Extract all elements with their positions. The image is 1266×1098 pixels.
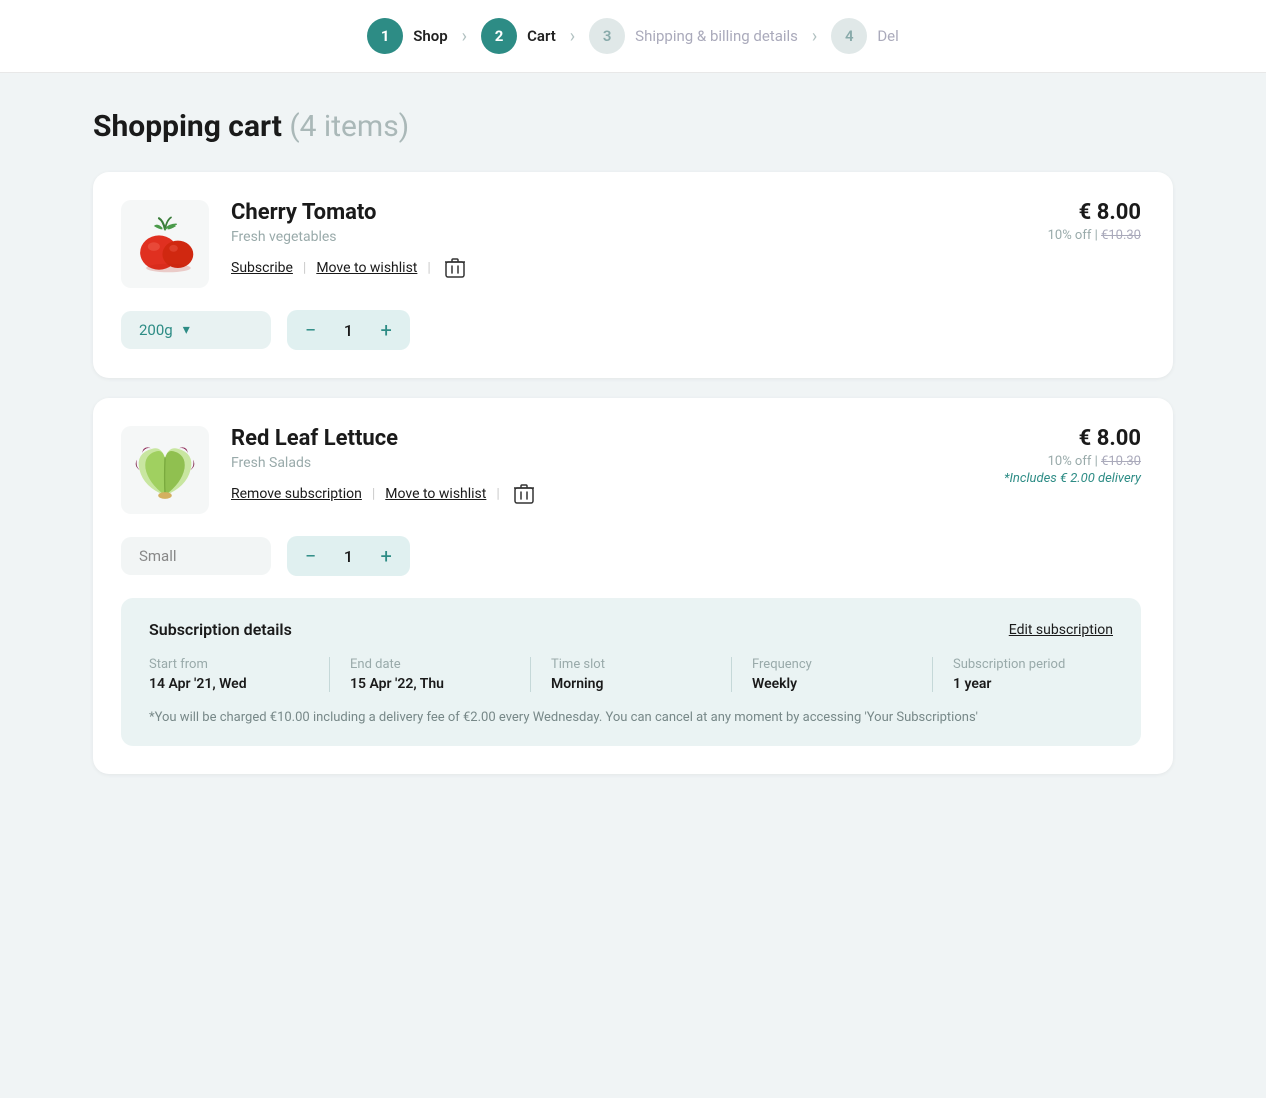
cart-item-cherry-tomato: Cherry Tomato Fresh vegetables Subscribe… <box>93 172 1173 378</box>
chevron-icon-1: › <box>462 26 467 47</box>
sub-field-value-start: 14 Apr '21, Wed <box>149 676 309 692</box>
item-price-col-lettuce: € 8.00 10% off | €10.30 *Includes € 2.00… <box>1001 426 1141 486</box>
step-shop[interactable]: 1 Shop <box>367 18 447 54</box>
item-image-tomato <box>121 200 209 288</box>
sub-field-value-end: 15 Apr '22, Thu <box>350 676 510 692</box>
subscribe-button-tomato[interactable]: Subscribe <box>231 260 293 276</box>
sub-field-frequency: Frequency Weekly <box>752 657 933 692</box>
item-details-tomato: Cherry Tomato Fresh vegetables Subscribe… <box>231 200 979 279</box>
action-sep-4: | <box>496 486 499 502</box>
sub-field-label-start: Start from <box>149 657 309 672</box>
price-meta-lettuce: 10% off | €10.30 <box>1001 454 1141 469</box>
step-4-circle: 4 <box>831 18 867 54</box>
sub-field-start: Start from 14 Apr '21, Wed <box>149 657 330 692</box>
sub-box-title: Subscription details <box>149 620 292 639</box>
step-1-label: Shop <box>413 27 447 45</box>
item-actions-lettuce: Remove subscription | Move to wishlist | <box>231 483 979 505</box>
edit-subscription-button[interactable]: Edit subscription <box>1009 622 1113 638</box>
qty-decrease-lettuce[interactable]: − <box>287 536 334 576</box>
size-select-lettuce[interactable]: Small <box>121 537 271 575</box>
qty-increase-tomato[interactable]: + <box>362 310 409 350</box>
item-name-lettuce: Red Leaf Lettuce <box>231 426 979 451</box>
step-3-label: Shipping & billing details <box>635 27 798 45</box>
sub-field-value-frequency: Weekly <box>752 676 912 692</box>
item-top-row-lettuce: Red Leaf Lettuce Fresh Salads Remove sub… <box>121 426 1141 514</box>
step-2-circle: 2 <box>481 18 517 54</box>
action-sep-3: | <box>372 486 375 502</box>
chevron-icon-3: › <box>812 26 817 47</box>
item-category-lettuce: Fresh Salads <box>231 455 979 471</box>
wishlist-button-tomato[interactable]: Move to wishlist <box>316 260 417 276</box>
item-actions-tomato: Subscribe | Move to wishlist | <box>231 257 979 279</box>
stepper: 1 Shop › 2 Cart › 3 Shipping & billing d… <box>0 0 1266 73</box>
item-image-lettuce <box>121 426 209 514</box>
qty-value-tomato: 1 <box>334 321 362 340</box>
delete-button-lettuce[interactable] <box>514 483 534 505</box>
qty-decrease-tomato[interactable]: − <box>287 310 334 350</box>
price-meta-tomato: 10% off | €10.30 <box>1001 228 1141 243</box>
sub-field-value-timeslot: Morning <box>551 676 711 692</box>
qty-control-tomato: − 1 + <box>287 310 410 350</box>
main-content: Shopping cart (4 items) <box>33 73 1233 834</box>
sub-field-period: Subscription period 1 year <box>953 657 1113 692</box>
qty-increase-lettuce[interactable]: + <box>362 536 409 576</box>
qty-value-lettuce: 1 <box>334 547 362 566</box>
sub-field-timeslot: Time slot Morning <box>551 657 732 692</box>
cart-item-red-leaf-lettuce: Red Leaf Lettuce Fresh Salads Remove sub… <box>93 398 1173 774</box>
price-delivery-lettuce: *Includes € 2.00 delivery <box>1001 471 1141 486</box>
step-4-label: Del <box>877 27 898 45</box>
subscription-details-box: Subscription details Edit subscription S… <box>121 598 1141 746</box>
sub-box-header: Subscription details Edit subscription <box>149 620 1113 639</box>
item-price-col-tomato: € 8.00 10% off | €10.30 <box>1001 200 1141 243</box>
chevron-icon-2: › <box>570 26 575 47</box>
sub-field-label-frequency: Frequency <box>752 657 912 672</box>
step-shipping[interactable]: 3 Shipping & billing details <box>589 18 798 54</box>
action-sep-1: | <box>303 260 306 276</box>
step-3-circle: 3 <box>589 18 625 54</box>
dropdown-chevron-tomato: ▾ <box>183 322 190 338</box>
item-price-lettuce: € 8.00 <box>1001 426 1141 451</box>
trash-icon-tomato <box>445 257 465 279</box>
remove-subscription-button[interactable]: Remove subscription <box>231 486 362 502</box>
item-category-tomato: Fresh vegetables <box>231 229 979 245</box>
qty-control-lettuce: − 1 + <box>287 536 410 576</box>
sub-field-label-end: End date <box>350 657 510 672</box>
step-1-circle: 1 <box>367 18 403 54</box>
item-price-tomato: € 8.00 <box>1001 200 1141 225</box>
item-top-row: Cherry Tomato Fresh vegetables Subscribe… <box>121 200 1141 288</box>
step-delivery[interactable]: 4 Del <box>831 18 898 54</box>
sub-field-end: End date 15 Apr '22, Thu <box>350 657 531 692</box>
item-bottom-row-tomato: 200g ▾ − 1 + <box>121 310 1141 350</box>
step-2-label: Cart <box>527 27 556 45</box>
step-cart[interactable]: 2 Cart <box>481 18 556 54</box>
page-title: Shopping cart (4 items) <box>93 109 1173 144</box>
delete-button-tomato[interactable] <box>445 257 465 279</box>
item-bottom-row-lettuce: Small − 1 + <box>121 536 1141 576</box>
subscription-note: *You will be charged €10.00 including a … <box>149 708 1113 728</box>
sub-field-label-period: Subscription period <box>953 657 1113 672</box>
item-details-lettuce: Red Leaf Lettuce Fresh Salads Remove sub… <box>231 426 979 505</box>
action-sep-2: | <box>427 260 430 276</box>
wishlist-button-lettuce[interactable]: Move to wishlist <box>385 486 486 502</box>
sub-field-label-timeslot: Time slot <box>551 657 711 672</box>
sub-fields: Start from 14 Apr '21, Wed End date 15 A… <box>149 657 1113 692</box>
item-name-tomato: Cherry Tomato <box>231 200 979 225</box>
sub-field-value-period: 1 year <box>953 676 1113 692</box>
trash-icon-lettuce <box>514 483 534 505</box>
size-select-tomato[interactable]: 200g ▾ <box>121 311 271 349</box>
